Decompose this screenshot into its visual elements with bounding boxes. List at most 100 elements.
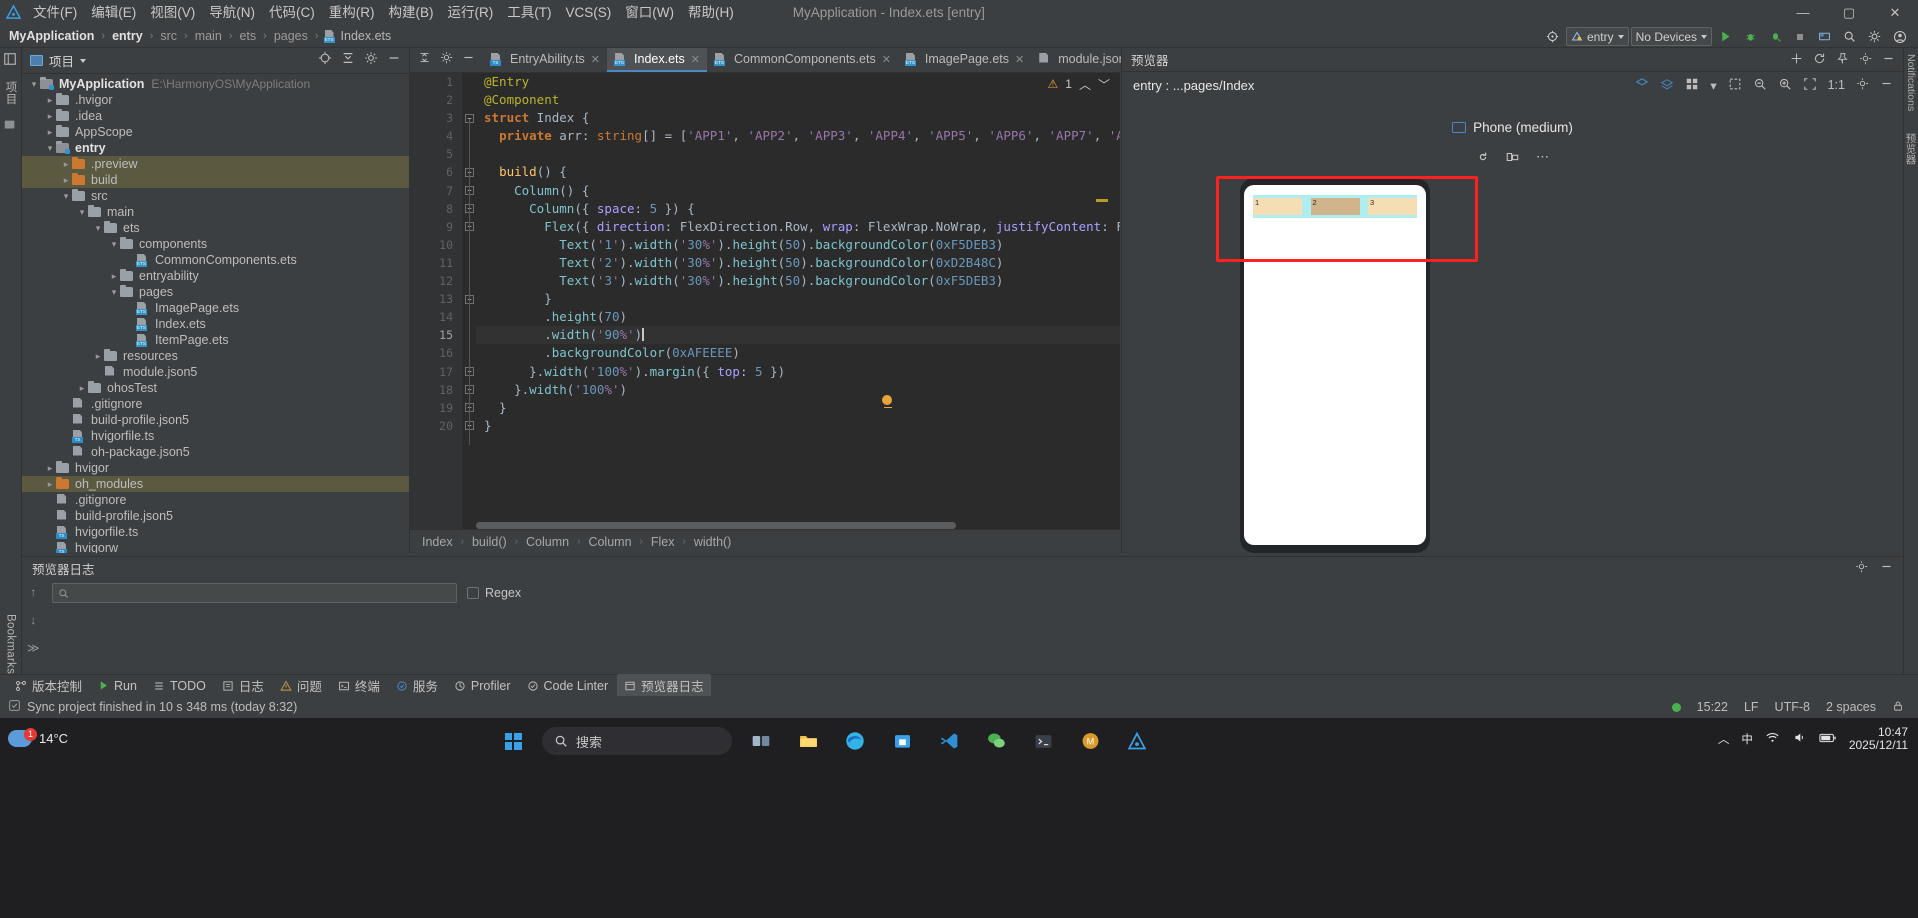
menu-window[interactable]: 窗口(W) xyxy=(618,0,681,25)
search-icon[interactable] xyxy=(1838,27,1861,46)
breadcrumb-main[interactable]: main xyxy=(193,29,224,43)
prev-problem-icon[interactable]: ︿ xyxy=(1079,76,1091,93)
chevron-down-icon[interactable]: ▾ xyxy=(28,79,40,90)
code-line-11[interactable]: Text('2').width('30%').height(50).backgr… xyxy=(476,254,1120,272)
tree-node-main[interactable]: ▾ main xyxy=(22,204,409,220)
chevron-down-icon[interactable]: ▾ xyxy=(44,143,56,154)
chevron-right-icon[interactable]: ▸ xyxy=(44,111,56,122)
chevron-down-icon[interactable]: ▾ xyxy=(92,223,104,234)
crumb-build[interactable]: build() xyxy=(470,535,509,549)
code-line-4[interactable]: private arr: string[] = ['APP1', 'APP2',… xyxy=(476,127,1120,145)
chevron-right-icon[interactable]: ▸ xyxy=(76,383,88,394)
tree-node-components[interactable]: ▾ components xyxy=(22,236,409,252)
settings-gear-icon[interactable] xyxy=(1859,52,1872,68)
regex-checkbox[interactable] xyxy=(467,587,479,599)
tree-node-gitignore[interactable]: .gitignore xyxy=(22,492,409,508)
code-line-8[interactable]: Column({ space: 5 }) { xyxy=(476,200,1120,218)
menu-tools[interactable]: 工具(T) xyxy=(500,0,558,25)
editor-hscrollbar[interactable] xyxy=(476,522,1106,529)
tree-node-oh-modules[interactable]: ▸ oh_modules xyxy=(22,476,409,492)
profile-button[interactable] xyxy=(1764,27,1787,46)
tree-node-commoncomponents-ets[interactable]: ETS CommonComponents.ets xyxy=(22,252,409,268)
edge-icon[interactable] xyxy=(837,724,873,758)
tree-node-index-ets[interactable]: ETS Index.ets xyxy=(22,316,409,332)
menu-vcs[interactable]: VCS(S) xyxy=(559,0,619,25)
regex-checkbox-group[interactable]: Regex xyxy=(467,586,521,600)
tab-commoncomponents[interactable]: ETS CommonComponents.ets ✕ xyxy=(707,48,898,72)
tree-node-hvigorfile-ts[interactable]: TS hvigorfile.ts xyxy=(22,524,409,540)
target-icon[interactable] xyxy=(1541,27,1564,46)
zoom-in-icon[interactable] xyxy=(1778,77,1792,94)
next-problem-icon[interactable]: ﹀ xyxy=(1098,76,1110,93)
sidebar-item-previewer[interactable]: 预览器 xyxy=(1904,133,1918,165)
code-folding-gutter[interactable] xyxy=(462,73,476,529)
toolwin-profiler[interactable]: Profiler xyxy=(447,677,518,695)
tab-index[interactable]: ETS Index.ets ✕ xyxy=(607,48,707,72)
inspector-icon[interactable] xyxy=(1660,77,1674,94)
expand-icon[interactable] xyxy=(418,51,431,69)
breadcrumb-entry[interactable]: entry xyxy=(110,29,145,43)
indent-label[interactable]: 2 spaces xyxy=(1826,700,1876,714)
code-line-18[interactable]: }.width('100%') xyxy=(476,381,1120,399)
fit-screen-icon[interactable] xyxy=(1803,77,1817,94)
menu-view[interactable]: 视图(V) xyxy=(143,0,202,25)
wrap-text-icon[interactable]: ≫ xyxy=(27,641,40,655)
menu-code[interactable]: 代码(C) xyxy=(262,0,322,25)
chevron-right-icon[interactable]: ▸ xyxy=(60,159,72,170)
module-selector[interactable]: entry xyxy=(1565,27,1629,46)
settings-gear-icon[interactable] xyxy=(364,51,378,70)
tree-node-ohostest[interactable]: ▸ ohosTest xyxy=(22,380,409,396)
settings-gear-icon[interactable] xyxy=(1863,27,1886,46)
tree-node-src[interactable]: ▾ src xyxy=(22,188,409,204)
intention-bulb-icon[interactable] xyxy=(882,395,894,410)
close-icon[interactable]: ✕ xyxy=(882,53,891,66)
hide-panel-icon[interactable] xyxy=(1880,77,1893,93)
arrow-down-icon[interactable]: ↓ xyxy=(30,613,36,627)
toolwin-previewer-log[interactable]: 预览器日志 xyxy=(617,674,711,697)
project-rail-icon[interactable] xyxy=(3,52,19,68)
code-line-20[interactable]: } xyxy=(476,417,1120,435)
terminal-icon[interactable] xyxy=(1025,724,1061,758)
chevron-down-icon[interactable]: ▾ xyxy=(60,191,72,202)
scale-label[interactable]: 1:1 xyxy=(1828,78,1845,92)
toolwin-todo[interactable]: TODO xyxy=(146,677,213,695)
tree-node-entryability[interactable]: ▸ entryability xyxy=(22,268,409,284)
run-button[interactable] xyxy=(1714,27,1737,46)
code-line-5[interactable] xyxy=(476,145,1120,163)
close-icon[interactable]: ✕ xyxy=(691,53,700,66)
log-search-input[interactable] xyxy=(52,583,457,603)
chevron-right-icon[interactable]: ▸ xyxy=(44,463,56,474)
settings-gear-icon[interactable] xyxy=(1856,77,1869,93)
hide-panel-icon[interactable] xyxy=(387,51,401,70)
tree-node-entry[interactable]: ▾ entry xyxy=(22,140,409,156)
tree-node-ets[interactable]: ▾ ets xyxy=(22,220,409,236)
structure-rail-icon[interactable] xyxy=(3,118,19,134)
code-line-17[interactable]: }.width('100%').margin({ top: 5 }) xyxy=(476,363,1120,381)
code-text[interactable]: @Entry @Component struct Index { private a… xyxy=(476,73,1120,529)
breadcrumb-pages[interactable]: pages xyxy=(272,29,310,43)
breadcrumb-src[interactable]: src xyxy=(158,29,179,43)
start-icon[interactable] xyxy=(495,724,531,758)
menu-run[interactable]: 运行(R) xyxy=(441,0,501,25)
tree-node-hvigor[interactable]: ▸ hvigor xyxy=(22,460,409,476)
weather-widget[interactable]: 1 14°C xyxy=(8,724,68,747)
collapse-all-icon[interactable] xyxy=(341,51,355,70)
maximize-button[interactable]: ▢ xyxy=(1826,0,1872,25)
battery-icon[interactable] xyxy=(1819,732,1837,747)
tab-entryability[interactable]: TS EntryAbility.ts ✕ xyxy=(483,48,607,72)
select-region-icon[interactable] xyxy=(1728,77,1742,94)
taskbar-search-box[interactable]: 搜索 xyxy=(542,727,732,755)
hide-panel-icon[interactable] xyxy=(462,51,475,69)
tree-node-imagepage-ets[interactable]: ETS ImagePage.ets xyxy=(22,300,409,316)
code-line-9[interactable]: Flex({ direction: FlexDirection.Row, wra… xyxy=(476,218,1120,236)
tree-node-itempage-ets[interactable]: ETS ItemPage.ets xyxy=(22,332,409,348)
taskbar-clock[interactable]: 10:47 2025/12/11 xyxy=(1849,726,1908,752)
tree-node-gitignore[interactable]: .gitignore xyxy=(22,396,409,412)
deveco-icon[interactable] xyxy=(1119,724,1155,758)
rotate-icon[interactable] xyxy=(1468,145,1498,169)
code-line-13[interactable]: } xyxy=(476,290,1120,308)
tab-imagepage[interactable]: ETS ImagePage.ets ✕ xyxy=(898,48,1031,72)
tree-node-resources[interactable]: ▸ resources xyxy=(22,348,409,364)
tree-node-build-profile-json5[interactable]: build-profile.json5 xyxy=(22,412,409,428)
ime-indicator[interactable]: 中 xyxy=(1741,731,1753,747)
